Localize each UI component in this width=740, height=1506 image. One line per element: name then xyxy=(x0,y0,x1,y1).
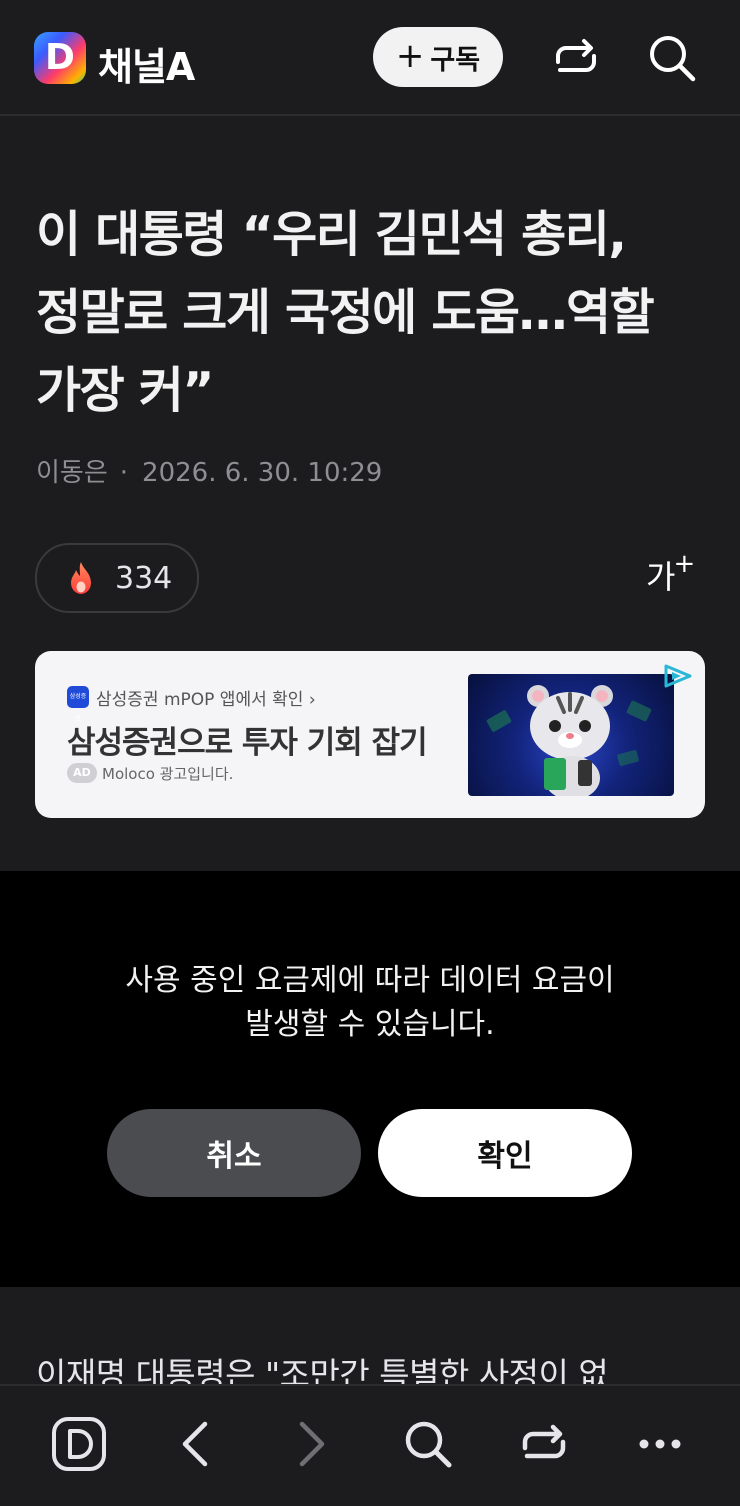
channel-a-logo-icon[interactable]: D xyxy=(34,32,86,84)
tiger-mascot-illustration xyxy=(486,685,652,796)
notice-message-line: 발생할 수 있습니다. xyxy=(245,1007,495,1042)
article-body-line: 이재명 대통령은 "조만간 특별한 사정이 없 xyxy=(36,1355,609,1384)
share-icon[interactable] xyxy=(550,32,602,84)
font-size-label: 가 xyxy=(646,558,676,596)
publish-datetime: 2026. 6. 30. 10:29 xyxy=(142,458,383,488)
font-size-plus: + xyxy=(673,549,696,580)
plus-icon: + xyxy=(395,35,425,76)
forward-arrow-icon[interactable] xyxy=(284,1416,340,1472)
brand-name[interactable]: 채널A xyxy=(98,36,195,91)
cancel-button[interactable]: 취소 xyxy=(107,1109,361,1197)
ad-card[interactable]: 삼성증권 mPOP 삼성증권 mPOP 앱에서 확인 › 삼성증권으로 투자 기… xyxy=(35,651,705,818)
search-icon[interactable] xyxy=(400,1416,456,1472)
logo-letter: D xyxy=(45,37,75,78)
reaction-button[interactable]: 334 xyxy=(35,543,199,613)
reaction-count: 334 xyxy=(115,560,173,596)
ad-badge: AD xyxy=(67,763,97,783)
article-headline: 이 대통령 “우리 김민석 총리, 정말로 크게 국정에 도움…역할 가장 커” xyxy=(36,196,716,430)
confirm-button[interactable]: 확인 xyxy=(378,1109,632,1197)
author-name[interactable]: 이동은 xyxy=(36,458,108,488)
ad-source-link[interactable]: 삼성증권 mPOP 앱에서 확인 › xyxy=(96,685,316,710)
share-icon[interactable] xyxy=(516,1416,572,1472)
home-d-icon[interactable] xyxy=(51,1416,107,1472)
back-arrow-icon[interactable] xyxy=(167,1416,223,1472)
headline-line: 정말로 크게 국정에 도움…역할 xyxy=(36,284,655,341)
subscribe-label: 구독 xyxy=(430,44,481,76)
search-icon[interactable] xyxy=(646,32,698,84)
headline-line: 가장 커” xyxy=(36,362,215,419)
byline-separator: · xyxy=(119,458,129,488)
bottom-navigation-bar xyxy=(0,1384,740,1506)
flame-icon xyxy=(71,562,91,594)
article-body-preview: 이재명 대통령은 "조만간 특별한 사정이 없 xyxy=(36,1348,736,1384)
top-app-bar: D 채널A + 구독 xyxy=(0,0,740,116)
notice-message-line: 사용 중인 요금제에 따라 데이터 요금이 xyxy=(125,963,615,998)
headline-line: 이 대통령 “우리 김민석 총리, xyxy=(36,206,627,263)
ad-title[interactable]: 삼성증권으로 투자 기회 잡기 xyxy=(67,717,428,762)
subscribe-button[interactable]: + 구독 xyxy=(373,27,503,87)
ad-disclosure: Moloco 광고입니다. xyxy=(102,765,234,783)
data-charge-notice: 사용 중인 요금제에 따라 데이터 요금이 발생할 수 있습니다. 취소 확인 xyxy=(0,871,740,1287)
notice-message: 사용 중인 요금제에 따라 데이터 요금이 발생할 수 있습니다. xyxy=(0,959,740,1047)
ad-advertiser-logo: 삼성증권 mPOP xyxy=(67,686,89,744)
more-icon[interactable] xyxy=(632,1416,688,1472)
font-size-button[interactable]: 가+ xyxy=(646,549,698,600)
ad-choices-icon[interactable] xyxy=(662,663,694,689)
article-byline: 이동은 · 2026. 6. 30. 10:29 xyxy=(36,452,382,489)
ad-image[interactable] xyxy=(468,674,674,796)
